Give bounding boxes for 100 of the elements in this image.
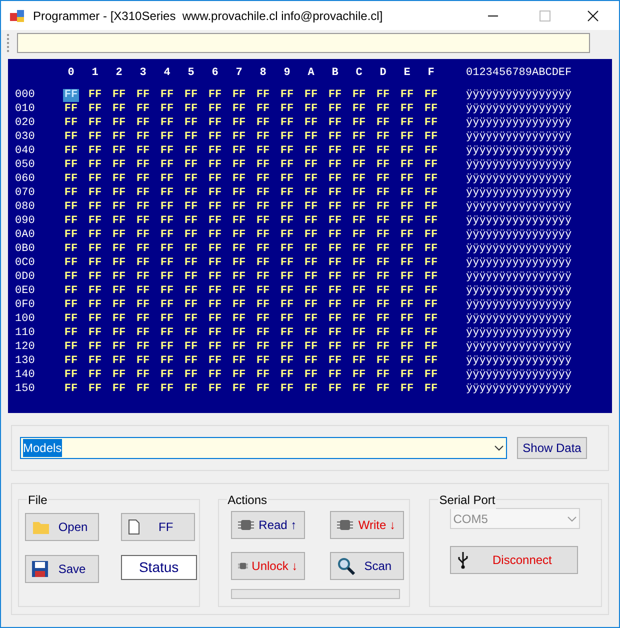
- hex-cell[interactable]: FF: [351, 382, 367, 396]
- hex-cell[interactable]: FF: [135, 270, 151, 284]
- hex-cell[interactable]: FF: [327, 382, 343, 396]
- hex-cell[interactable]: FF: [183, 228, 199, 242]
- hex-cell[interactable]: FF: [255, 242, 271, 256]
- hex-cell[interactable]: FF: [303, 116, 319, 130]
- hex-cell[interactable]: FF: [183, 368, 199, 382]
- hex-cell[interactable]: FF: [135, 368, 151, 382]
- hex-cell[interactable]: FF: [231, 270, 247, 284]
- hex-cell[interactable]: FF: [303, 312, 319, 326]
- hex-cell[interactable]: FF: [207, 102, 223, 116]
- hex-cell[interactable]: FF: [351, 270, 367, 284]
- hex-cell[interactable]: FF: [63, 368, 79, 382]
- hex-cell[interactable]: FF: [351, 326, 367, 340]
- hex-cell[interactable]: FF: [231, 242, 247, 256]
- hex-cell[interactable]: FF: [255, 172, 271, 186]
- hex-cell[interactable]: FF: [183, 256, 199, 270]
- hex-cell[interactable]: FF: [135, 326, 151, 340]
- unlock-button[interactable]: Unlock ↓: [230, 552, 305, 580]
- hex-cell[interactable]: FF: [423, 186, 439, 200]
- hex-cell[interactable]: FF: [351, 312, 367, 326]
- hex-cell[interactable]: FF: [87, 354, 103, 368]
- hex-cell[interactable]: FF: [375, 326, 391, 340]
- hex-cell[interactable]: FF: [423, 200, 439, 214]
- hex-cell[interactable]: FF: [279, 326, 295, 340]
- hex-cell[interactable]: FF: [87, 298, 103, 312]
- hex-cell[interactable]: FF: [423, 284, 439, 298]
- hex-cell[interactable]: FF: [351, 144, 367, 158]
- hex-cell[interactable]: FF: [231, 186, 247, 200]
- hex-cell[interactable]: FF: [111, 298, 127, 312]
- hex-cell[interactable]: FF: [279, 340, 295, 354]
- hex-cell[interactable]: FF: [351, 200, 367, 214]
- hex-cell[interactable]: FF: [159, 270, 175, 284]
- hex-cell[interactable]: FF: [111, 116, 127, 130]
- hex-cell[interactable]: FF: [255, 368, 271, 382]
- hex-cell[interactable]: FF: [375, 158, 391, 172]
- hex-cell[interactable]: FF: [303, 186, 319, 200]
- hex-cell[interactable]: FF: [87, 256, 103, 270]
- hex-cell[interactable]: FF: [159, 116, 175, 130]
- hex-cell[interactable]: FF: [231, 284, 247, 298]
- hex-cell[interactable]: FF: [279, 256, 295, 270]
- hex-cell[interactable]: FF: [255, 102, 271, 116]
- hex-cell[interactable]: FF: [351, 242, 367, 256]
- close-icon[interactable]: [587, 10, 599, 22]
- hex-cell[interactable]: FF: [303, 382, 319, 396]
- hex-cell[interactable]: FF: [87, 312, 103, 326]
- hex-cell[interactable]: FF: [183, 130, 199, 144]
- hex-cell[interactable]: FF: [231, 214, 247, 228]
- hex-cell[interactable]: FF: [63, 130, 79, 144]
- hex-cell[interactable]: FF: [87, 200, 103, 214]
- hex-cell[interactable]: FF: [135, 116, 151, 130]
- hex-cell[interactable]: FF: [399, 298, 415, 312]
- hex-cell[interactable]: FF: [183, 340, 199, 354]
- hex-cell[interactable]: FF: [255, 144, 271, 158]
- hex-cell[interactable]: FF: [327, 200, 343, 214]
- hex-cell[interactable]: FF: [183, 144, 199, 158]
- hex-cell[interactable]: FF: [279, 130, 295, 144]
- hex-cell[interactable]: FF: [231, 158, 247, 172]
- hex-cell[interactable]: FF: [375, 312, 391, 326]
- hex-cell[interactable]: FF: [159, 354, 175, 368]
- hex-cell[interactable]: FF: [135, 186, 151, 200]
- hex-cell[interactable]: FF: [399, 186, 415, 200]
- scan-button[interactable]: Scan: [330, 552, 404, 580]
- hex-cell[interactable]: FF: [87, 102, 103, 116]
- hex-cell[interactable]: FF: [303, 158, 319, 172]
- hex-cell[interactable]: FF: [375, 298, 391, 312]
- hex-cell[interactable]: FF: [159, 340, 175, 354]
- hex-cell[interactable]: FF: [159, 326, 175, 340]
- hex-cell[interactable]: FF: [279, 116, 295, 130]
- hex-cell[interactable]: FF: [327, 270, 343, 284]
- hex-cell[interactable]: FF: [207, 326, 223, 340]
- hex-cell[interactable]: FF: [63, 298, 79, 312]
- hex-cell[interactable]: FF: [279, 158, 295, 172]
- read-button[interactable]: Read ↑: [230, 511, 305, 539]
- hex-cell[interactable]: FF: [207, 340, 223, 354]
- hex-cell[interactable]: FF: [423, 256, 439, 270]
- hex-cell[interactable]: FF: [399, 102, 415, 116]
- hex-cell[interactable]: FF: [255, 354, 271, 368]
- hex-cell[interactable]: FF: [207, 368, 223, 382]
- hex-cell[interactable]: FF: [183, 242, 199, 256]
- hex-cell[interactable]: FF: [63, 326, 79, 340]
- hex-cell[interactable]: FF: [183, 270, 199, 284]
- hex-cell[interactable]: FF: [159, 144, 175, 158]
- hex-cell[interactable]: FF: [87, 144, 103, 158]
- hex-cell[interactable]: FF: [327, 228, 343, 242]
- hex-cell[interactable]: FF: [183, 354, 199, 368]
- hex-cell[interactable]: FF: [159, 284, 175, 298]
- hex-cell[interactable]: FF: [63, 102, 79, 116]
- hex-cell[interactable]: FF: [111, 270, 127, 284]
- hex-cell[interactable]: FF: [327, 242, 343, 256]
- hex-cell[interactable]: FF: [207, 256, 223, 270]
- hex-cell[interactable]: FF: [63, 242, 79, 256]
- hex-cell[interactable]: FF: [423, 368, 439, 382]
- hex-cell[interactable]: FF: [87, 158, 103, 172]
- hex-cell[interactable]: FF: [303, 256, 319, 270]
- hex-cell[interactable]: FF: [63, 312, 79, 326]
- hex-cell[interactable]: FF: [111, 200, 127, 214]
- hex-cell[interactable]: FF: [423, 382, 439, 396]
- hex-cell[interactable]: FF: [207, 284, 223, 298]
- hex-cell[interactable]: FF: [183, 102, 199, 116]
